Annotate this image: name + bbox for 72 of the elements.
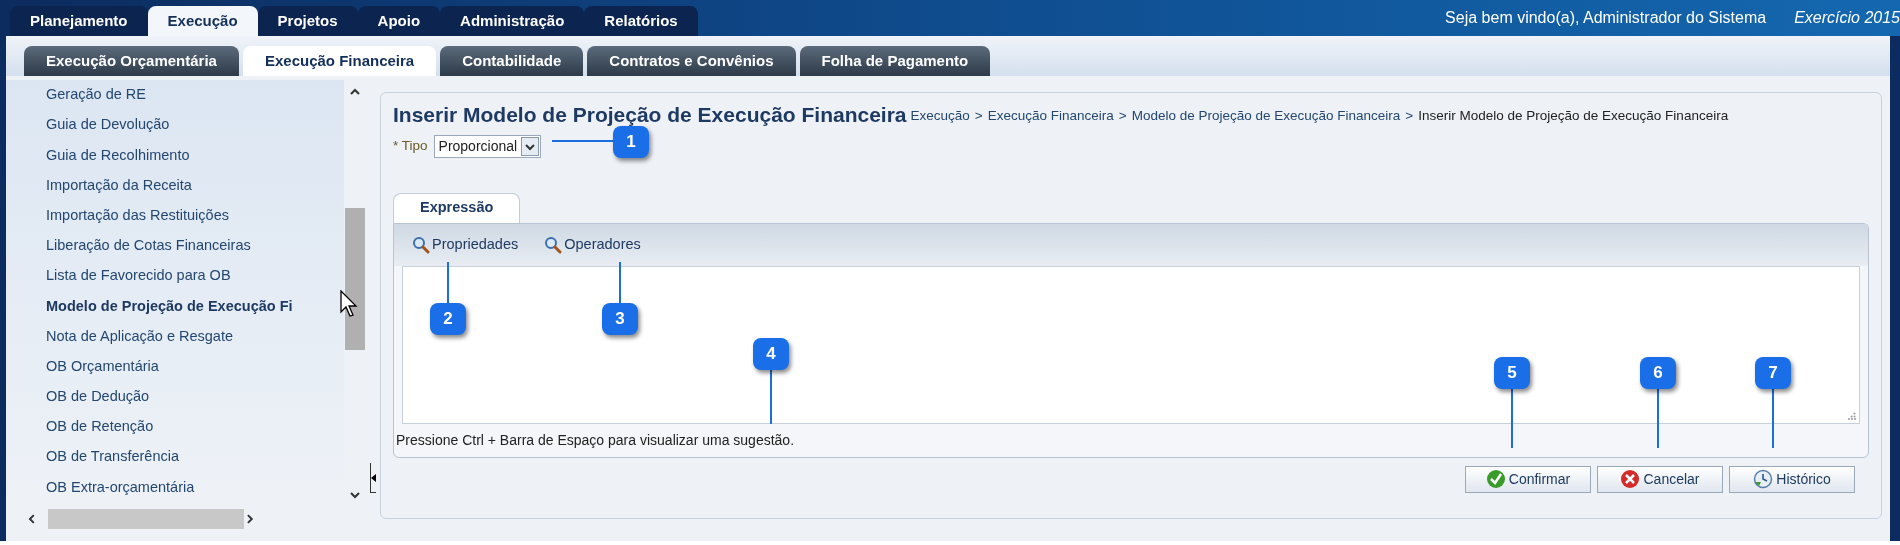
sidebar-item[interactable]: OB Orçamentária: [46, 351, 344, 382]
callout-number: 5: [1494, 357, 1530, 389]
scrollbar-thumb[interactable]: [47, 509, 245, 529]
toolbar-button[interactable]: Operadores: [544, 233, 641, 256]
sidebar-item[interactable]: Liberação de Cotas Financeiras: [46, 230, 344, 262]
dropdown-icon: [521, 136, 540, 156]
menu-tab[interactable]: Relatórios: [584, 6, 698, 36]
close-icon: [1620, 469, 1641, 489]
menu-tab[interactable]: Execução: [147, 6, 258, 36]
sidebar-item[interactable]: Importação da Receita: [46, 170, 344, 201]
submenu-tab[interactable]: Execução Financeira: [242, 46, 437, 76]
leader-line: [552, 140, 613, 142]
menu-tab[interactable]: Apoio: [357, 6, 441, 36]
action-button[interactable]: Confirmar: [1465, 465, 1591, 493]
mouse-cursor-icon: [340, 290, 360, 318]
scroll-right-icon[interactable]: [244, 513, 256, 525]
sidebar-item[interactable]: OB Extra-orçamentária: [46, 472, 344, 503]
scrollbar-thumb[interactable]: [345, 208, 365, 350]
callout-number: 7: [1755, 357, 1791, 389]
callout-number: 4: [753, 338, 789, 370]
sidebar-item[interactable]: OB de Transferência: [46, 442, 344, 473]
sidebar-item[interactable]: Importação das Restituições: [46, 200, 344, 231]
search-icon: [412, 235, 430, 254]
action-button[interactable]: Cancelar: [1597, 465, 1723, 493]
breadcrumb-item[interactable]: Execução: [910, 106, 970, 127]
sidebar-item[interactable]: OB de Retenção: [46, 412, 344, 443]
expression-tab[interactable]: Expressão: [393, 192, 521, 223]
sidebar-item[interactable]: Nota de Aplicação e Resgate: [46, 321, 344, 352]
menu-tab[interactable]: Administração: [440, 6, 585, 36]
hint-text: Pressione Ctrl + Barra de Espaço para visualizar uma sugestão.: [395, 430, 796, 450]
leader-line: [1657, 389, 1659, 448]
collapse-handle[interactable]: [370, 463, 376, 493]
callout-number: 6: [1640, 357, 1676, 389]
leader-line: [619, 262, 621, 303]
sidebar-item[interactable]: OB de Dedução: [46, 381, 344, 413]
sidebar-item[interactable]: Lista de Favorecido para OB: [46, 261, 344, 292]
check-icon: [1485, 469, 1506, 489]
callout-number: 2: [430, 303, 466, 335]
leader-line: [447, 262, 449, 303]
page-title: Inserir Modelo de Projeção de Execução Financeira: [393, 102, 907, 128]
breadcrumb-separator: >: [974, 107, 983, 126]
breadcrumb-item[interactable]: Modelo de Projeção de Execução Financeira: [1131, 106, 1401, 127]
sidebar-item[interactable]: Geração de RE: [46, 80, 344, 111]
leader-line: [1772, 389, 1774, 448]
breadcrumb-separator: >: [1118, 107, 1127, 126]
toolbar-button[interactable]: Propriedades: [412, 233, 519, 256]
callout-number: 1: [613, 126, 649, 158]
leader-line: [1511, 389, 1513, 448]
resize-grip-icon: [1848, 411, 1856, 420]
sidebar-item[interactable]: Modelo de Projeção de Execução Fi: [46, 291, 344, 322]
welcome-text: Seja bem vindo(a), Administrador do Sistema: [1445, 8, 1767, 28]
sidebar-item[interactable]: Guia de Recolhimento: [46, 140, 344, 171]
submenu-tab[interactable]: Contratos e Convênios: [587, 46, 796, 76]
search-icon: [544, 235, 563, 254]
submenu-tab[interactable]: Contabilidade: [440, 46, 584, 76]
menu-tab[interactable]: Projetos: [257, 6, 358, 36]
action-button[interactable]: Histórico: [1729, 465, 1855, 493]
breadcrumb-item: Inserir Modelo de Projeção de Execução Financeira: [1418, 107, 1729, 126]
leader-line: [770, 370, 772, 424]
breadcrumb-separator: >: [1405, 107, 1414, 126]
menu-tab[interactable]: Planejamento: [10, 6, 148, 36]
expression-field[interactable]: [402, 265, 1860, 424]
submenu-tab[interactable]: Folha de Pagamento: [799, 46, 991, 76]
submenu-tab[interactable]: Execução Orçamentária: [24, 46, 239, 76]
type-select[interactable]: Proporcional: [433, 134, 542, 158]
sidebar-item[interactable]: Guia de Devolução: [46, 110, 344, 141]
exercise-year: Exercício 2015: [1794, 8, 1900, 28]
field-label: * Tipo: [393, 136, 428, 155]
clock-icon: [1753, 469, 1774, 489]
breadcrumb-item[interactable]: Execução Financeira: [987, 106, 1114, 127]
scroll-down-icon[interactable]: [349, 489, 361, 501]
callout-number: 3: [602, 303, 638, 335]
